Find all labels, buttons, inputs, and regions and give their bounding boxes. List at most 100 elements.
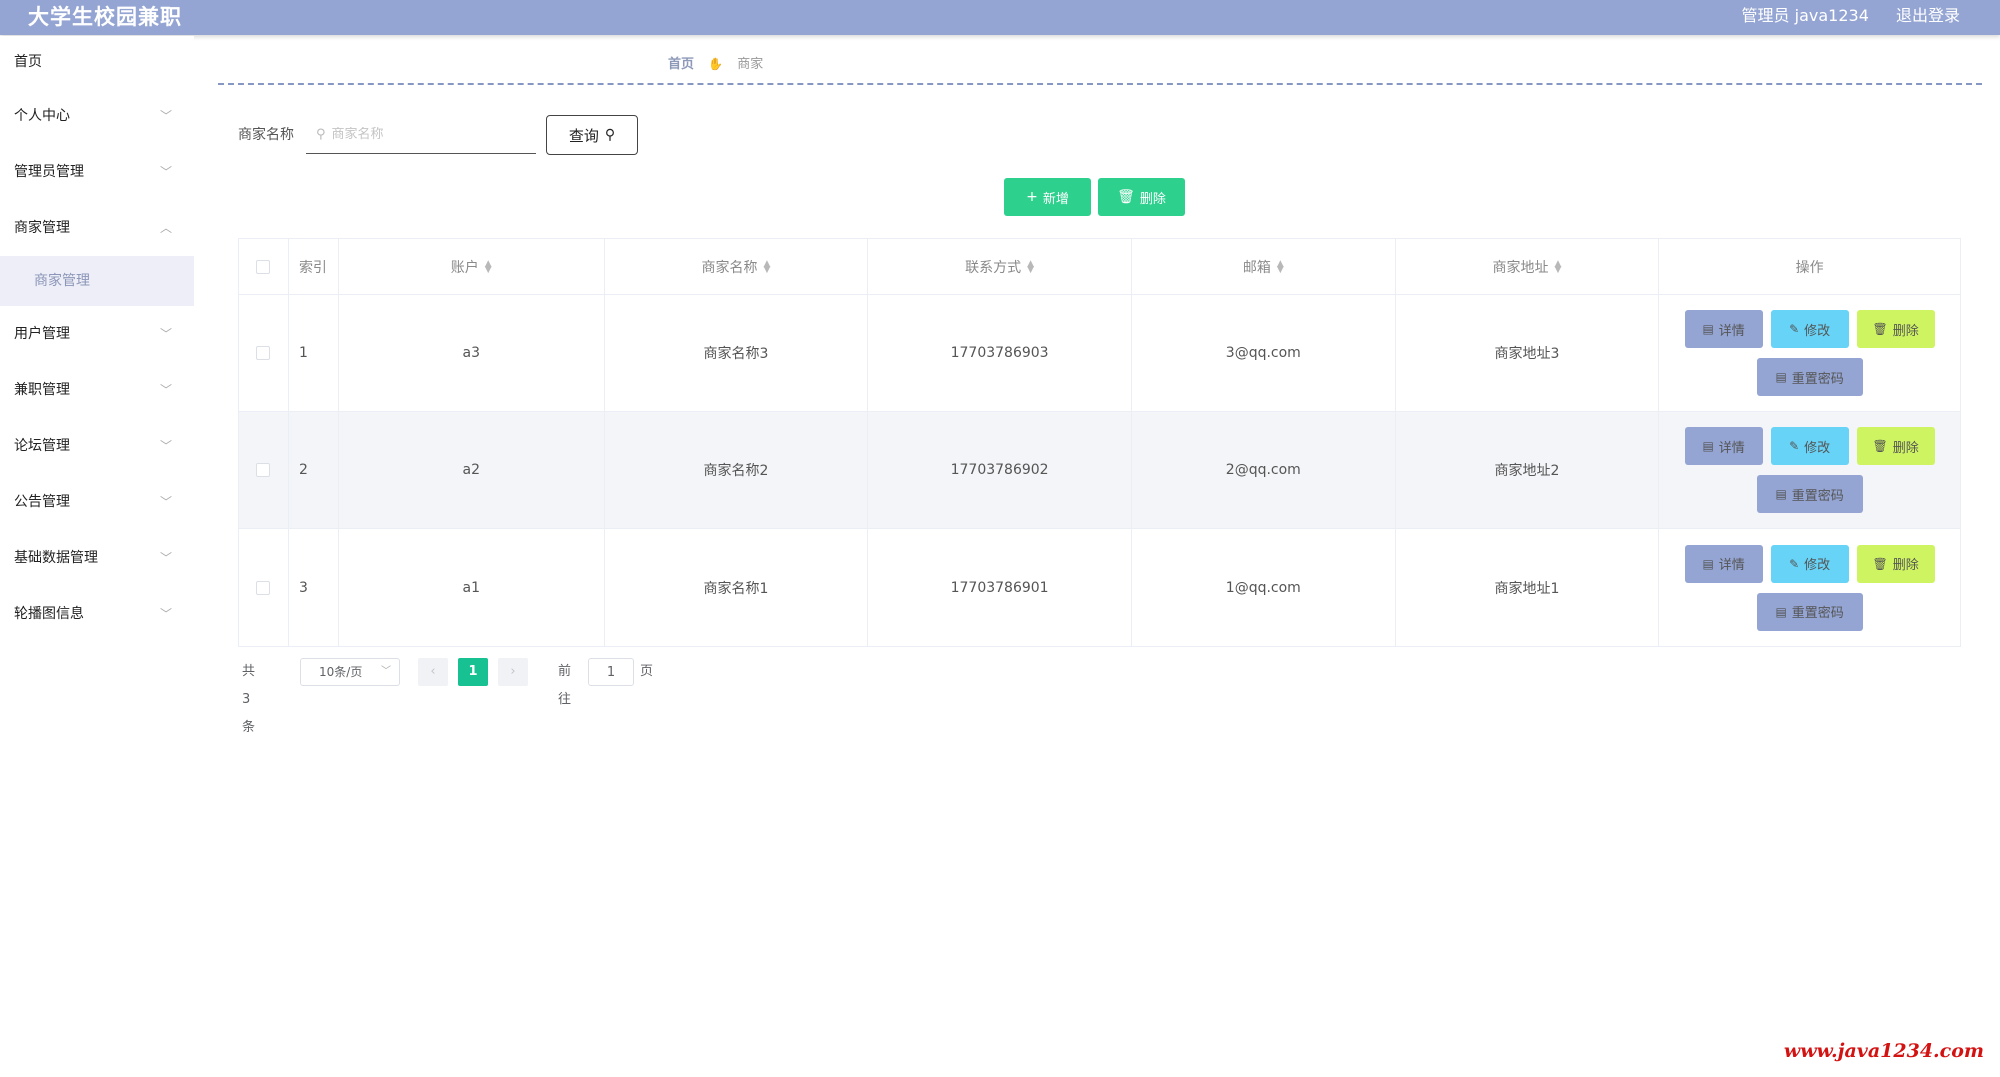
pagination-total: 共 3 条 <box>242 664 256 735</box>
sidebar-item-personal-center[interactable]: 个人中心 ﹀ <box>0 88 194 144</box>
chevron-down-icon: ﹀ <box>381 666 391 677</box>
detail-button[interactable]: ▤ 详情 <box>1684 427 1763 465</box>
page-size-select[interactable]: 10条/页 ﹀ <box>300 658 400 686</box>
cell-address: 商家地址2 <box>1396 412 1660 528</box>
cell-merchant-name: 商家名称1 <box>605 529 869 646</box>
delete-button[interactable]: 🗑 删除 <box>1856 427 1935 465</box>
sidebar-item-label: 基础数据管理 <box>14 550 98 566</box>
add-button[interactable]: + 新增 <box>1004 178 1091 216</box>
row-checkbox[interactable] <box>256 463 271 477</box>
reset-password-button[interactable]: ▤ 重置密码 <box>1756 475 1863 513</box>
header-email[interactable]: 邮箱 ▲ ▼ <box>1132 239 1396 294</box>
merchant-table: 索引 账户 ▲ ▼ 商家名称 ▲ ▼ 联系方式 ▲ ▼ 邮箱 ▲ ▼ 商家地址 ▲ ▼ 操… <box>238 238 1961 647</box>
sidebar-item-basic-data-management[interactable]: 基础数据管理 ﹀ <box>0 530 194 586</box>
cell-index: 1 <box>289 295 339 411</box>
sidebar-item-admin-management[interactable]: 管理员管理 ﹀ <box>0 144 194 200</box>
breadcrumb-home[interactable]: 首页 <box>668 57 694 72</box>
detail-button[interactable]: ▤ 详情 <box>1684 310 1763 348</box>
sidebar-item-home[interactable]: 首页 <box>0 36 194 88</box>
trash-icon: 🗑 <box>1872 322 1888 336</box>
sidebar-item-notice-management[interactable]: 公告管理 ﹀ <box>0 474 194 530</box>
sort-icon[interactable]: ▲ ▼ <box>1555 259 1562 274</box>
page-size-value: 10条/页 <box>319 665 363 679</box>
detail-button[interactable]: ▤ 详情 <box>1684 544 1763 583</box>
sidebar-item-label: 用户管理 <box>14 326 70 342</box>
edit-button[interactable]: ✎ 修改 <box>1770 310 1849 348</box>
chevron-down-icon: ﹀ <box>159 327 172 341</box>
document-icon: ▤ <box>1775 370 1787 384</box>
row-checkbox[interactable] <box>256 580 271 595</box>
select-all-checkbox[interactable] <box>256 259 271 274</box>
next-page-button[interactable]: › <box>498 658 528 686</box>
table-row: 3 a1 商家名称1 17703786901 1@qq.com 商家地址1 ▤ 详… <box>239 529 1960 646</box>
goto-page-input[interactable] <box>588 658 634 686</box>
trash-icon: 🗑 <box>1872 556 1888 571</box>
column-header: 索引 <box>298 259 327 276</box>
reset-password-button[interactable]: ▤ 重置密码 <box>1756 358 1863 396</box>
header-operations: 操作 <box>1659 239 1960 294</box>
cell-account: a1 <box>339 529 605 646</box>
sort-icon[interactable]: ▲ ▼ <box>1277 259 1284 274</box>
cell-account: a3 <box>339 295 605 411</box>
sidebar-item-label: 商家管理 <box>14 220 70 236</box>
sidebar-item-carousel-info[interactable]: 轮播图信息 ﹀ <box>0 586 194 642</box>
edit-button[interactable]: ✎ 修改 <box>1770 544 1849 583</box>
delete-label: 删除 <box>1892 440 1919 456</box>
search-icon: ⚲ <box>316 127 326 142</box>
reset-password-label: 重置密码 <box>1791 371 1844 387</box>
header-check-cell <box>239 239 289 294</box>
header-index: 索引 <box>289 239 339 294</box>
sort-icon[interactable]: ▲ ▼ <box>763 259 770 274</box>
search-input[interactable] <box>331 127 522 142</box>
row-check-cell <box>239 412 289 528</box>
sidebar-item-user-management[interactable]: 用户管理 ﹀ <box>0 306 194 362</box>
pencil-icon: ✎ <box>1789 556 1800 571</box>
reset-password-button[interactable]: ▤ 重置密码 <box>1756 592 1863 631</box>
cell-merchant-name: 商家名称2 <box>605 412 869 528</box>
plus-icon: + <box>1026 189 1038 205</box>
query-button[interactable]: 查询 ⚲ <box>546 115 638 155</box>
operation-buttons: ▤ 详情 ✎ 修改 🗑 删除 <box>1681 544 1939 583</box>
edit-label: 修改 <box>1804 558 1831 573</box>
header-address[interactable]: 商家地址 ▲ ▼ <box>1396 239 1660 294</box>
page-number-button[interactable]: 1 <box>458 658 488 686</box>
sort-icon[interactable]: ▲ ▼ <box>1027 259 1034 274</box>
column-header: 邮箱 <box>1242 259 1271 276</box>
add-button-label: 新增 <box>1042 191 1069 207</box>
top-header-bar: 大学生校园兼职 管理员 java1234 退出登录 <box>0 0 2000 35</box>
current-user-label: 管理员 java1234 <box>1741 6 1869 25</box>
cell-index: 3 <box>289 529 339 646</box>
edit-button[interactable]: ✎ 修改 <box>1770 427 1849 465</box>
table-row: 2 a2 商家名称2 17703786902 2@qq.com 商家地址2 ▤ 详… <box>239 412 1960 529</box>
sidebar-item-job-management[interactable]: 兼职管理 ﹀ <box>0 362 194 418</box>
chevron-right-icon: › <box>510 664 516 679</box>
batch-delete-button[interactable]: 🗑 删除 <box>1098 178 1185 216</box>
header-merchant-name[interactable]: 商家名称 ▲ ▼ <box>605 239 869 294</box>
delete-button[interactable]: 🗑 删除 <box>1856 544 1935 583</box>
cell-email: 1@qq.com <box>1132 529 1396 646</box>
delete-label: 删除 <box>1892 558 1919 573</box>
chevron-down-icon: ﹀ <box>159 551 172 565</box>
sidebar-item-forum-management[interactable]: 论坛管理 ﹀ <box>0 418 194 474</box>
sidebar-subitem-merchant-management[interactable]: 商家管理 <box>0 256 194 306</box>
header-contact[interactable]: 联系方式 ▲ ▼ <box>868 239 1132 294</box>
sidebar-item-label: 管理员管理 <box>14 164 84 180</box>
edit-label: 修改 <box>1804 440 1831 456</box>
query-button-label: 查询 <box>568 126 599 145</box>
sidebar-item-label: 公告管理 <box>14 494 70 510</box>
document-icon: ▤ <box>1702 439 1714 453</box>
sort-icon[interactable]: ▲ ▼ <box>485 259 492 274</box>
detail-label: 详情 <box>1718 323 1745 339</box>
prev-page-button[interactable]: ‹ <box>418 658 448 686</box>
header-account[interactable]: 账户 ▲ ▼ <box>339 239 605 294</box>
pencil-icon: ✎ <box>1789 439 1800 453</box>
cell-email: 2@qq.com <box>1132 412 1396 528</box>
logout-link[interactable]: 退出登录 <box>1896 6 1960 25</box>
column-header: 商家地址 <box>1492 259 1549 276</box>
sidebar-item-merchant-management[interactable]: 商家管理 ︿ <box>0 200 194 256</box>
table-header-row: 索引 账户 ▲ ▼ 商家名称 ▲ ▼ 联系方式 ▲ ▼ 邮箱 ▲ ▼ 商家地址 ▲ ▼ 操… <box>239 239 1960 295</box>
cell-operations: ▤ 详情 ✎ 修改 🗑 删除 ▤ 重置密码 <box>1659 529 1960 646</box>
delete-button[interactable]: 🗑 删除 <box>1856 310 1935 348</box>
search-icon: ⚲ <box>604 127 616 143</box>
row-checkbox[interactable] <box>256 346 271 360</box>
